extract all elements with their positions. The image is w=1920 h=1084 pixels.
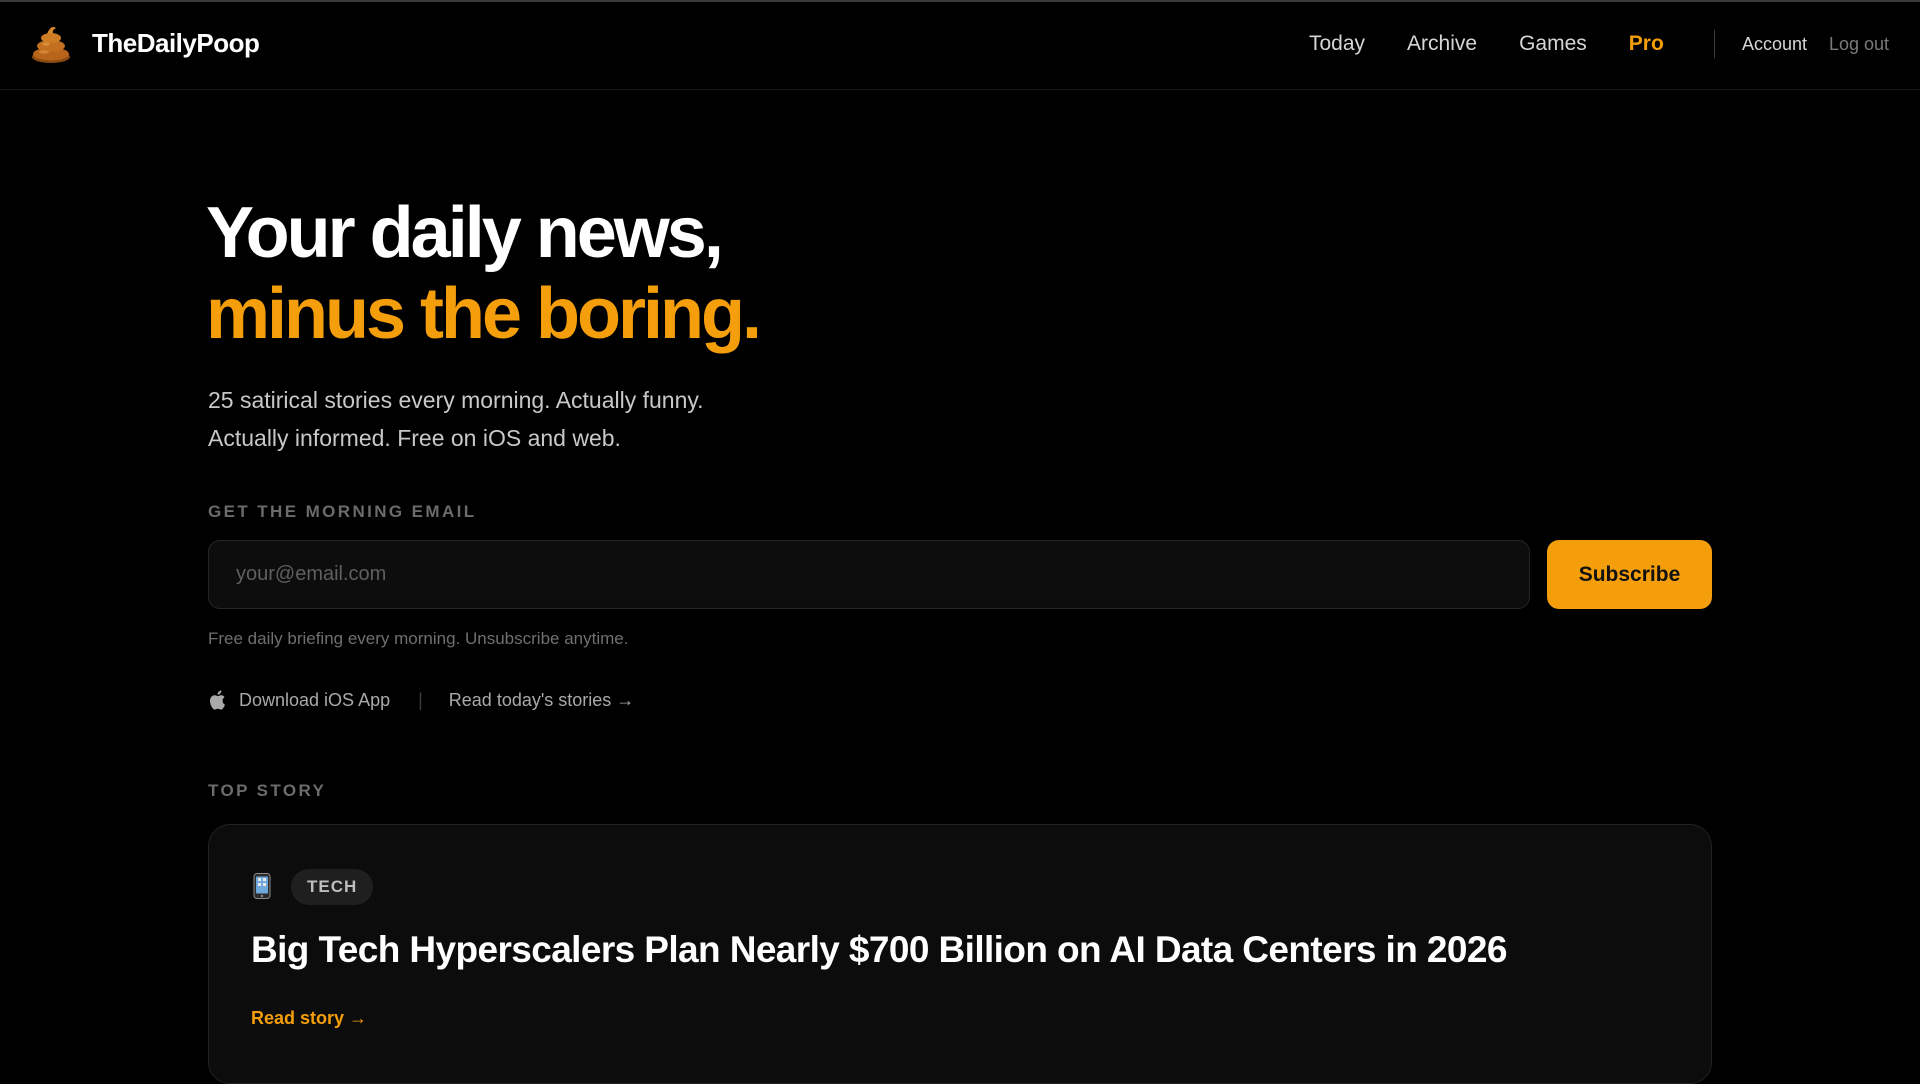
top-nav: TheDailyPoop Today Archive Games Pro Acc… [0,2,1920,90]
nav-divider [1714,30,1715,58]
phone-icon [253,873,271,899]
hero-subtitle: 25 satirical stories every morning. Actu… [208,381,828,457]
email-input[interactable] [208,540,1530,609]
read-story-link[interactable]: Read story → [251,1008,367,1029]
hero-subtitle-line: 25 satirical stories every morning. Actu… [208,387,704,413]
brand-name: TheDailyPoop [92,27,260,58]
apple-icon [210,690,225,710]
nav-link-today[interactable]: Today [1309,32,1365,56]
nav-links: Today Archive Games Pro [1309,32,1664,56]
links-separator: | [418,689,423,710]
email-section-label: GET THE MORNING EMAIL [208,502,477,521]
nav-link-pro[interactable]: Pro [1629,32,1664,56]
read-todays-stories-link[interactable]: Read today's stories → [449,690,635,711]
nav-link-archive[interactable]: Archive [1407,32,1477,56]
secondary-links: Download iOS App | Read today's stories … [208,688,634,712]
logout-link[interactable]: Log out [1829,34,1889,55]
top-story-card[interactable]: TECH Big Tech Hyperscalers Plan Nearly $… [208,824,1712,1084]
signup-fine-print: Free daily briefing every morning. Unsub… [208,629,629,648]
hero-subtitle-line: Actually informed. Free on iOS and web. [208,425,621,451]
hero-headline: Your daily news, [206,193,724,273]
nav-link-games[interactable]: Games [1519,32,1587,56]
poop-icon [32,26,70,63]
story-title[interactable]: Big Tech Hyperscalers Plan Nearly $700 B… [251,929,1691,971]
top-story-label: TOP STORY [208,781,327,800]
subscribe-button[interactable]: Subscribe [1547,540,1712,609]
brand[interactable]: TheDailyPoop [30,22,260,64]
download-ios-link[interactable]: Download iOS App [239,690,390,711]
hero-headline-accent: minus the boring. [206,274,762,354]
category-badge: TECH [291,869,374,905]
account-link[interactable]: Account [1742,34,1807,55]
